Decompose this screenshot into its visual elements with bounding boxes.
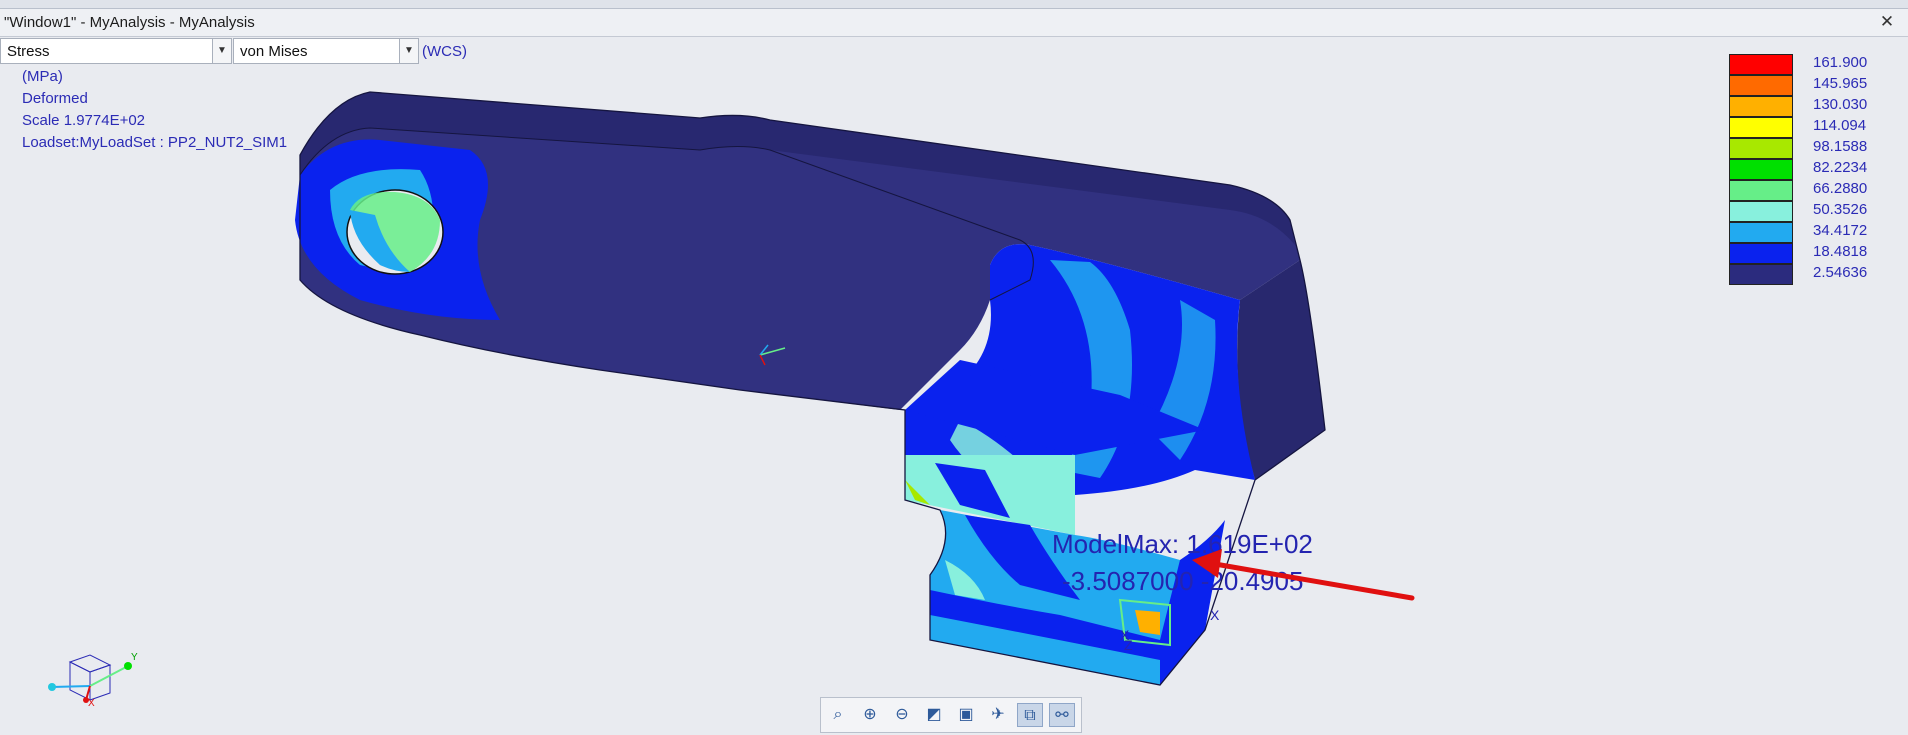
model-viewport[interactable]: ModelMax: 1.619E+02 -3.5087000 -20.4905 … [0,0,1908,735]
legend-value: 18.4818 [1813,243,1868,260]
zoom-out-icon[interactable]: ⊖ [889,703,915,727]
legend-value: 50.3526 [1813,201,1868,218]
view-toolbar: ⌕ ⊕ ⊖ ◩ ▣ ✈ ⧉ ⚯ [820,697,1082,733]
legend-value: 66.2880 [1813,180,1868,197]
legend-swatch [1729,243,1793,264]
legend-swatch [1729,222,1793,243]
legend-swatch [1729,201,1793,222]
legend-swatch [1729,159,1793,180]
legend-value: 82.2234 [1813,159,1868,176]
refit-icon[interactable]: ◩ [921,703,947,727]
legend-value: 114.094 [1813,117,1867,134]
probe-axis-z-secondary: Z [1124,637,1133,653]
legend-swatch [1729,54,1793,75]
named-view-icon[interactable]: ▣ [953,703,979,727]
display-style-icon[interactable]: ⧉ [1017,703,1043,727]
triad-y-label: Y [131,652,138,663]
legend-value: 130.030 [1813,96,1868,113]
legend-swatch [1729,75,1793,96]
zoom-in-icon[interactable]: ⊕ [857,703,883,727]
orientation-triad-icon: Y X [48,652,138,709]
legend-value: 161.900 [1813,54,1868,71]
legend-value: 2.54636 [1813,264,1868,281]
legend-value: 145.965 [1813,75,1868,92]
spin-center-icon[interactable]: ✈ [985,703,1011,727]
legend-swatch [1729,138,1793,159]
legend-swatch [1729,264,1793,285]
legend-swatch [1729,96,1793,117]
probe-axis-z-label: X [1210,607,1220,623]
model-max-label: ModelMax: 1.619E+02 [1052,529,1313,559]
legend-value: 98.1588 [1813,138,1868,155]
sketch-display-icon[interactable]: ⚯ [1049,703,1075,727]
triad-x-label: X [88,698,95,709]
legend-value: 34.4172 [1813,222,1868,239]
legend-swatch [1729,117,1793,138]
zoom-fit-icon[interactable]: ⌕ [825,703,851,727]
legend-swatch [1729,180,1793,201]
